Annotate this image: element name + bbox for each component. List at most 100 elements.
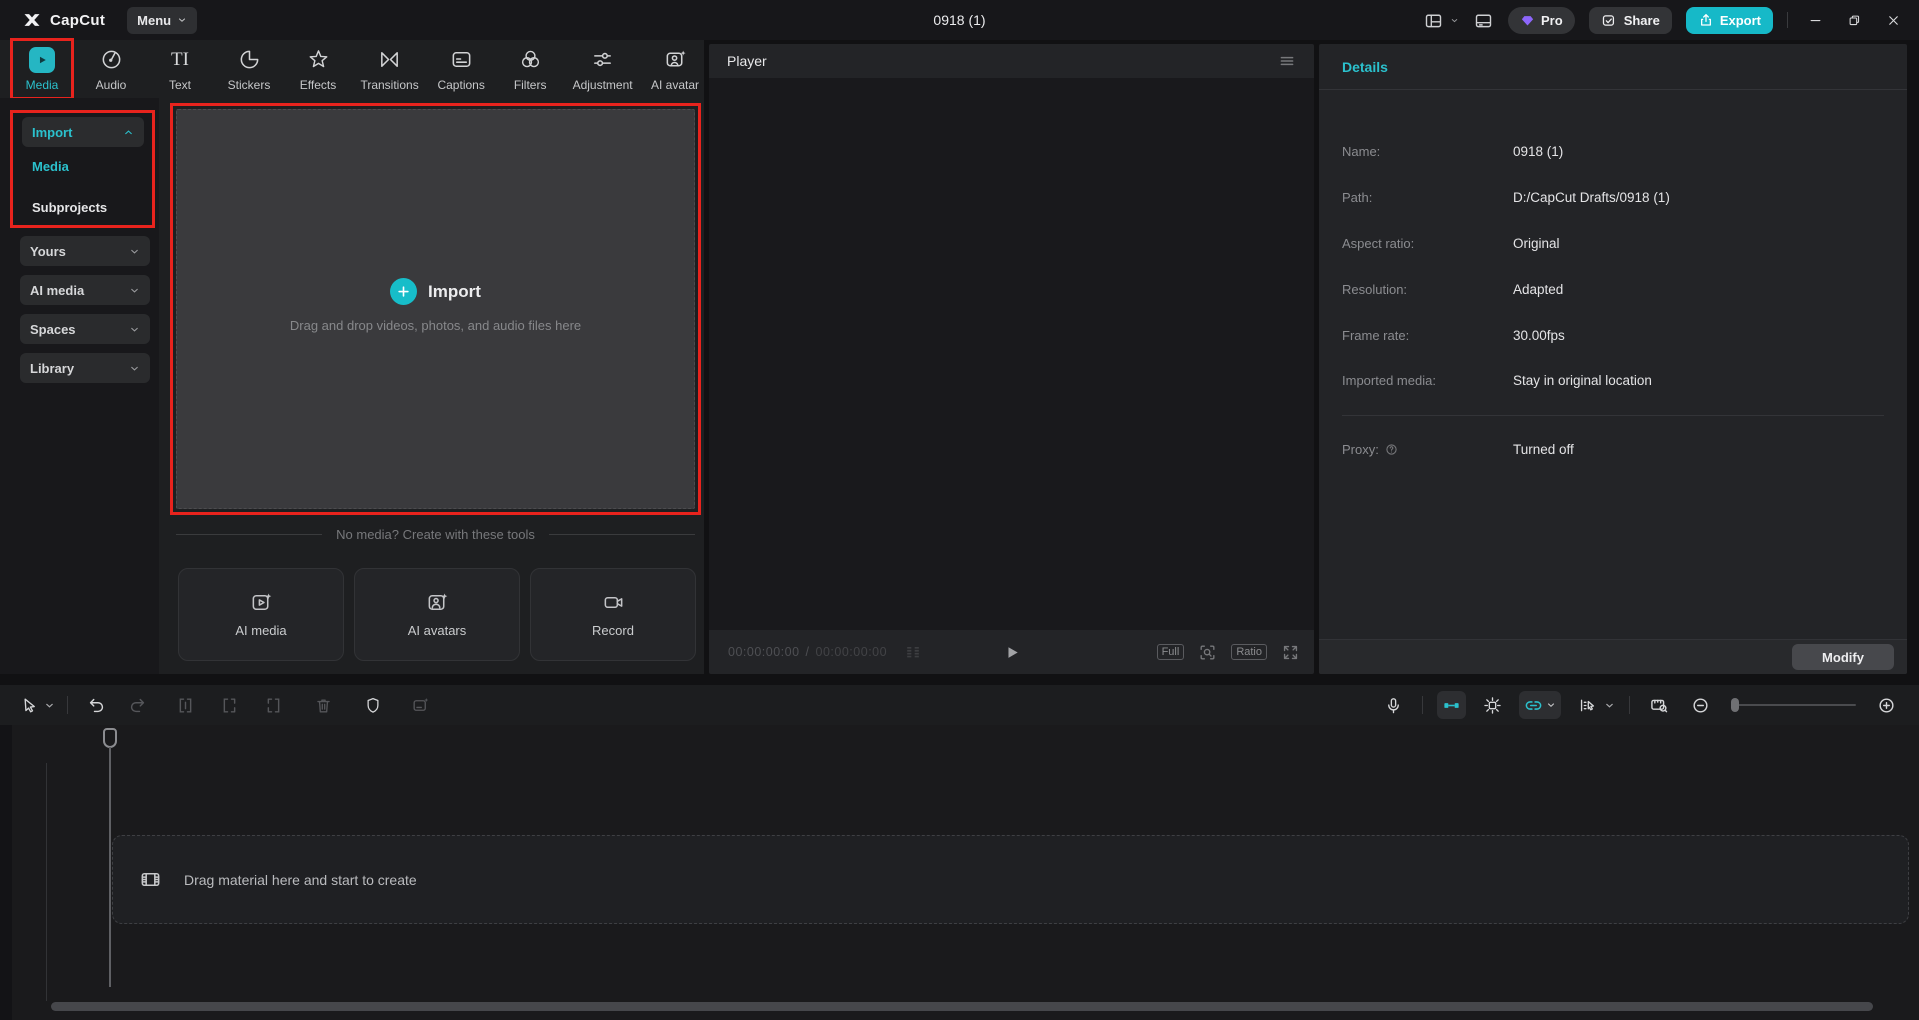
playhead-handle[interactable]: [103, 728, 117, 748]
menu-button[interactable]: Menu: [127, 6, 198, 34]
split-icon[interactable]: [176, 696, 195, 715]
import-subtitle: Drag and drop videos, photos, and audio …: [289, 318, 582, 333]
mask-icon[interactable]: [364, 696, 382, 714]
sidebar-group-library[interactable]: Library: [20, 353, 150, 383]
modify-button[interactable]: Modify: [1792, 644, 1894, 670]
zoom-in-icon[interactable]: [1877, 696, 1896, 715]
ai-avatars-button[interactable]: AI avatars: [354, 568, 520, 661]
playhead-line[interactable]: [109, 747, 111, 987]
tab-text[interactable]: TI Text: [151, 41, 209, 97]
ratio-badge[interactable]: Ratio: [1231, 644, 1267, 660]
sidebar-group-yours[interactable]: Yours: [20, 236, 150, 266]
share-button[interactable]: Share: [1588, 6, 1672, 34]
tab-filters[interactable]: Filters: [501, 41, 559, 97]
player-viewport[interactable]: [709, 78, 1314, 630]
auto-snap-icon: [1442, 696, 1461, 715]
capcut-logo-icon: [22, 10, 42, 30]
select-chevron-icon[interactable]: [1604, 700, 1615, 711]
link-chevron-icon[interactable]: [1546, 700, 1556, 710]
import-dropzone[interactable]: Import Drag and drop videos, photos, and…: [176, 109, 695, 509]
tab-media[interactable]: Media: [10, 38, 74, 100]
minimize-icon[interactable]: [1808, 13, 1823, 28]
timeline[interactable]: Drag material here and start to create: [0, 725, 1919, 1020]
record-button[interactable]: Record: [530, 568, 696, 661]
fullscreen-icon[interactable]: [1281, 643, 1300, 662]
details-footer: Modify: [1319, 639, 1907, 674]
zoom-preview-icon[interactable]: [1198, 643, 1217, 662]
preview-axis-icon[interactable]: [1483, 696, 1502, 715]
tab-captions[interactable]: Captions: [432, 41, 490, 97]
split-keep-left-icon[interactable]: [220, 696, 239, 715]
layout-chevron-icon[interactable]: [1450, 16, 1459, 25]
no-media-divider: No media? Create with these tools: [176, 527, 695, 542]
details-row-proxy: Proxy: Turned off: [1342, 442, 1574, 457]
layout-toggle-icon[interactable]: [1423, 10, 1444, 31]
titlebar-divider: [1787, 12, 1788, 28]
select-mode-icon[interactable]: [1578, 696, 1597, 715]
timeline-dropzone[interactable]: Drag material here and start to create: [112, 835, 1909, 924]
text-tab-icon: TI: [171, 48, 189, 70]
link-toggle[interactable]: [1519, 691, 1561, 719]
chevron-up-icon: [123, 127, 134, 138]
details-row-imported-media: Imported media: Stay in original locatio…: [1342, 373, 1652, 388]
full-badge[interactable]: Full: [1156, 644, 1185, 660]
timeline-scrollbar[interactable]: [51, 1002, 1873, 1011]
timeline-zoom-slider[interactable]: [1731, 698, 1856, 712]
player-panel: Player 00:00:00:00 / 00:00:00:00 Full Ra…: [709, 44, 1314, 674]
cover-icon[interactable]: [411, 696, 430, 715]
tab-stickers[interactable]: Stickers: [220, 41, 278, 97]
details-row-name: Name: 0918 (1): [1342, 144, 1564, 159]
pro-button[interactable]: Pro: [1508, 6, 1575, 34]
cursor-tool-icon[interactable]: [20, 696, 39, 715]
import-dropzone-highlight: Import Drag and drop videos, photos, and…: [170, 103, 701, 515]
media-tab-icon: [29, 46, 55, 73]
capcut-window: CapCut Menu 0918 (1) Pro Share Export Me…: [0, 0, 1919, 1020]
cursor-chevron-icon[interactable]: [44, 700, 55, 711]
maximize-icon[interactable]: [1847, 13, 1862, 28]
film-icon: [139, 868, 162, 891]
tab-audio[interactable]: Audio: [82, 41, 140, 97]
frame-view-icon[interactable]: [903, 642, 923, 662]
split-keep-right-icon[interactable]: [264, 696, 283, 715]
tab-ai-avatar[interactable]: AI avatar: [646, 41, 704, 97]
redo-icon[interactable]: [128, 696, 147, 715]
details-panel: Details Name: 0918 (1) Path: D:/CapCut D…: [1319, 44, 1907, 674]
import-group-highlight: Import Media Subprojects: [10, 110, 155, 228]
help-icon[interactable]: [1385, 443, 1398, 456]
undo-icon[interactable]: [87, 696, 106, 715]
media-sidebar: Import Media Subprojects Yours AI media …: [0, 98, 159, 674]
panel-toggle-icon[interactable]: [1473, 10, 1494, 31]
chevron-down-icon: [129, 246, 140, 257]
sidebar-item-import[interactable]: Import: [22, 117, 144, 147]
voiceover-mic-icon[interactable]: [1384, 696, 1403, 715]
sidebar-item-media[interactable]: Media: [32, 159, 69, 174]
adapt-timeline-icon[interactable]: [1649, 695, 1669, 715]
tab-effects[interactable]: Effects: [289, 41, 347, 97]
captions-tab-icon: [450, 47, 473, 73]
chevron-down-icon: [129, 363, 140, 374]
zoom-out-icon[interactable]: [1691, 696, 1710, 715]
timeline-toolbar: [0, 685, 1919, 725]
import-title: Import: [428, 281, 481, 301]
close-icon[interactable]: [1886, 13, 1901, 28]
ai-media-button[interactable]: AI media: [178, 568, 344, 661]
player-menu-icon[interactable]: [1278, 52, 1296, 70]
sidebar-group-ai-media[interactable]: AI media: [20, 275, 150, 305]
details-title: Details: [1342, 58, 1388, 75]
timeline-left-strip: [0, 725, 12, 1020]
tab-adjustment[interactable]: Adjustment: [570, 41, 635, 97]
details-row-aspect-ratio: Aspect ratio: Original: [1342, 236, 1560, 251]
sidebar-item-subprojects[interactable]: Subprojects: [32, 200, 107, 215]
player-controls: 00:00:00:00 / 00:00:00:00 Full Ratio: [709, 630, 1314, 674]
delete-icon[interactable]: [314, 696, 333, 715]
tab-transitions[interactable]: Transitions: [358, 41, 421, 97]
export-button[interactable]: Export: [1685, 6, 1773, 34]
sidebar-group-spaces[interactable]: Spaces: [20, 314, 150, 344]
zoom-slider-handle[interactable]: [1731, 698, 1739, 712]
play-button[interactable]: [1003, 644, 1020, 661]
media-panel: Media Audio TI Text Stickers Effects Tra…: [0, 38, 704, 674]
effects-tab-icon: [307, 47, 330, 73]
adjustment-tab-icon: [591, 47, 614, 73]
auto-snap-toggle[interactable]: [1437, 691, 1466, 719]
transitions-tab-icon: [378, 47, 401, 73]
